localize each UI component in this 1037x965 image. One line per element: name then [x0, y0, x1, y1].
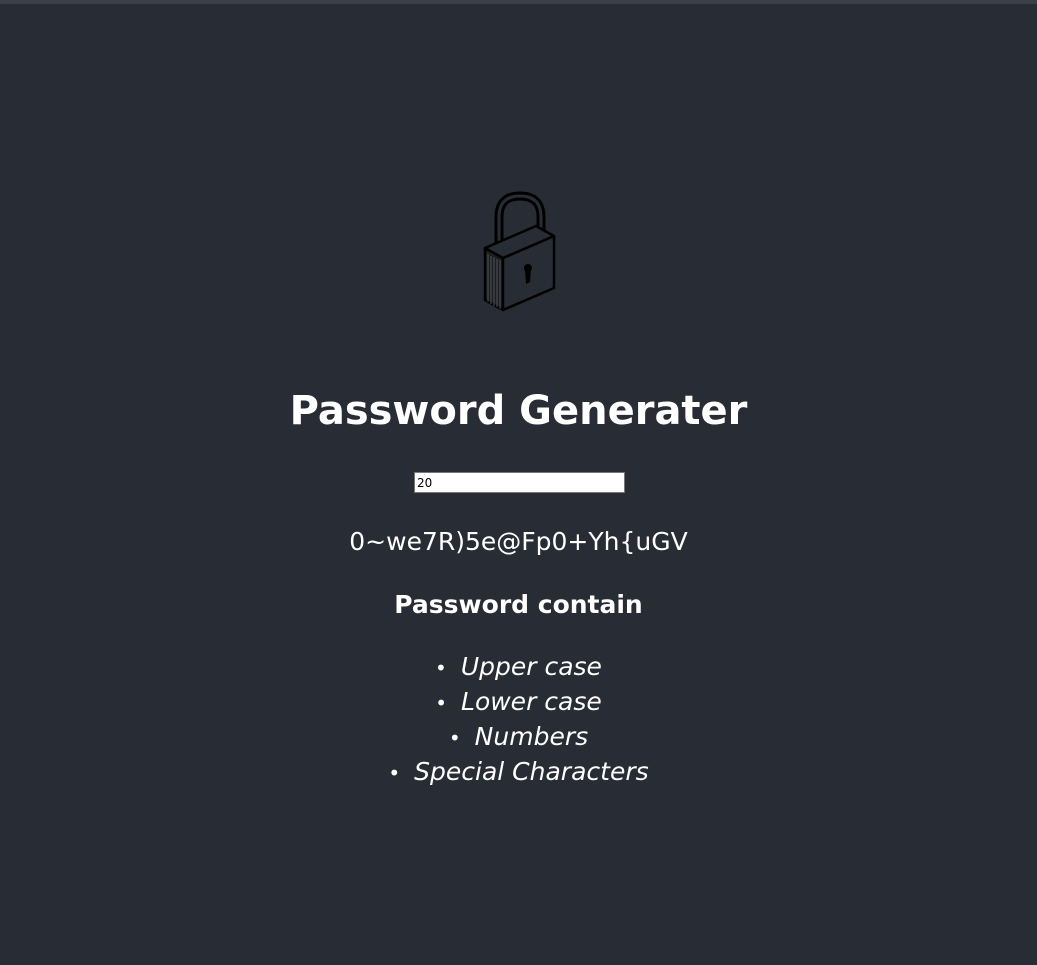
- list-item: • Numbers: [0, 720, 1037, 755]
- bullet-icon: •: [435, 656, 447, 680]
- padlock-icon: [483, 191, 556, 312]
- requirement-upper-case: Upper case: [460, 652, 602, 681]
- requirements-list: • Upper case • Lower case • Numbers • Specia…: [0, 650, 1037, 790]
- list-item: • Lower case: [0, 685, 1037, 720]
- app-container: Password Generater 0~we7R)5e@Fp0+Yh{uGV …: [0, 0, 1037, 965]
- requirement-special-characters: Special Characters: [414, 757, 649, 786]
- bullet-icon: •: [435, 691, 448, 715]
- list-item: • Upper case: [0, 650, 1037, 685]
- requirements-heading: Password contain: [394, 590, 643, 619]
- password-length-input[interactable]: [414, 472, 625, 493]
- requirement-numbers: Numbers: [474, 722, 589, 751]
- bullet-icon: •: [388, 761, 401, 785]
- list-item: • Special Characters: [0, 755, 1037, 790]
- page-title: Password Generater: [289, 388, 748, 434]
- requirement-lower-case: Lower case: [461, 687, 602, 716]
- bullet-icon: •: [448, 726, 461, 750]
- generated-password: 0~we7R)5e@Fp0+Yh{uGV: [349, 527, 688, 556]
